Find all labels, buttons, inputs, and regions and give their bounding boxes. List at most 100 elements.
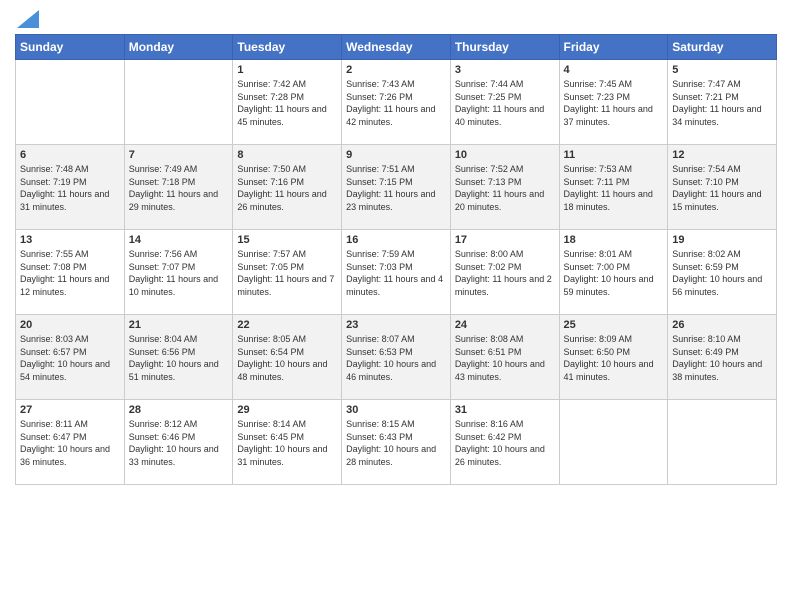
day-info: Sunrise: 8:10 AMSunset: 6:49 PMDaylight:… [672, 333, 772, 383]
day-number: 9 [346, 149, 446, 161]
day-number: 25 [564, 319, 664, 331]
page-header [15, 10, 777, 26]
day-cell: 16 Sunrise: 7:59 AMSunset: 7:03 PMDayligh… [342, 230, 451, 315]
day-info: Sunrise: 7:43 AMSunset: 7:26 PMDaylight:… [346, 78, 446, 128]
day-number: 11 [564, 149, 664, 161]
day-number: 20 [20, 319, 120, 331]
day-number: 2 [346, 64, 446, 76]
day-cell: 18 Sunrise: 8:01 AMSunset: 7:00 PMDayligh… [559, 230, 668, 315]
day-info: Sunrise: 7:44 AMSunset: 7:25 PMDaylight:… [455, 78, 555, 128]
day-cell: 19 Sunrise: 8:02 AMSunset: 6:59 PMDayligh… [668, 230, 777, 315]
day-cell: 11 Sunrise: 7:53 AMSunset: 7:11 PMDayligh… [559, 145, 668, 230]
day-cell: 17Sunrise: 8:00 AMSunset: 7:02 PMDayligh… [450, 230, 559, 315]
day-info: Sunrise: 7:52 AMSunset: 7:13 PMDaylight:… [455, 163, 555, 213]
day-number: 27 [20, 404, 120, 416]
day-number: 24 [455, 319, 555, 331]
week-row-5: 27 Sunrise: 8:11 AMSunset: 6:47 PMDayligh… [16, 400, 777, 485]
day-info: Sunrise: 7:47 AMSunset: 7:21 PMDaylight:… [672, 78, 772, 128]
day-number: 14 [129, 234, 229, 246]
day-cell: 14 Sunrise: 7:56 AMSunset: 7:07 PMDayligh… [124, 230, 233, 315]
day-info: Sunrise: 8:16 AMSunset: 6:42 PMDaylight:… [455, 418, 555, 468]
day-cell: 26 Sunrise: 8:10 AMSunset: 6:49 PMDayligh… [668, 315, 777, 400]
day-cell: 27 Sunrise: 8:11 AMSunset: 6:47 PMDayligh… [16, 400, 125, 485]
day-cell: 1Sunrise: 7:42 AMSunset: 7:28 PMDaylight… [233, 60, 342, 145]
day-cell: 12Sunrise: 7:54 AMSunset: 7:10 PMDayligh… [668, 145, 777, 230]
day-number: 23 [346, 319, 446, 331]
weekday-thursday: Thursday [450, 35, 559, 60]
day-info: Sunrise: 7:55 AMSunset: 7:08 PMDaylight:… [20, 248, 120, 298]
day-cell: 23 Sunrise: 8:07 AMSunset: 6:53 PMDayligh… [342, 315, 451, 400]
day-info: Sunrise: 8:15 AMSunset: 6:43 PMDaylight:… [346, 418, 446, 468]
day-info: Sunrise: 8:07 AMSunset: 6:53 PMDaylight:… [346, 333, 446, 383]
day-info: Sunrise: 8:12 AMSunset: 6:46 PMDaylight:… [129, 418, 229, 468]
day-number: 12 [672, 149, 772, 161]
day-number: 19 [672, 234, 772, 246]
day-info: Sunrise: 8:09 AMSunset: 6:50 PMDaylight:… [564, 333, 664, 383]
day-cell: 6 Sunrise: 7:48 AMSunset: 7:19 PMDaylight… [16, 145, 125, 230]
day-number: 31 [455, 404, 555, 416]
day-cell: 15 Sunrise: 7:57 AMSunset: 7:05 PMDayligh… [233, 230, 342, 315]
day-info: Sunrise: 7:53 AMSunset: 7:11 PMDaylight:… [564, 163, 664, 213]
week-row-4: 20 Sunrise: 8:03 AMSunset: 6:57 PMDayligh… [16, 315, 777, 400]
day-info: Sunrise: 8:00 AMSunset: 7:02 PMDaylight:… [455, 248, 555, 298]
weekday-friday: Friday [559, 35, 668, 60]
day-cell: 3 Sunrise: 7:44 AMSunset: 7:25 PMDaylight… [450, 60, 559, 145]
day-number: 18 [564, 234, 664, 246]
day-number: 4 [564, 64, 664, 76]
day-number: 13 [20, 234, 120, 246]
day-number: 3 [455, 64, 555, 76]
day-info: Sunrise: 8:08 AMSunset: 6:51 PMDaylight:… [455, 333, 555, 383]
day-number: 6 [20, 149, 120, 161]
day-cell: 22 Sunrise: 8:05 AMSunset: 6:54 PMDayligh… [233, 315, 342, 400]
day-info: Sunrise: 8:14 AMSunset: 6:45 PMDaylight:… [237, 418, 337, 468]
day-number: 16 [346, 234, 446, 246]
weekday-sunday: Sunday [16, 35, 125, 60]
day-info: Sunrise: 7:50 AMSunset: 7:16 PMDaylight:… [237, 163, 337, 213]
day-cell [559, 400, 668, 485]
day-number: 26 [672, 319, 772, 331]
day-number: 21 [129, 319, 229, 331]
day-info: Sunrise: 8:03 AMSunset: 6:57 PMDaylight:… [20, 333, 120, 383]
day-number: 1 [237, 64, 337, 76]
day-number: 8 [237, 149, 337, 161]
week-row-2: 6 Sunrise: 7:48 AMSunset: 7:19 PMDaylight… [16, 145, 777, 230]
weekday-header-row: SundayMondayTuesdayWednesdayThursdayFrid… [16, 35, 777, 60]
day-info: Sunrise: 8:02 AMSunset: 6:59 PMDaylight:… [672, 248, 772, 298]
day-cell: 25 Sunrise: 8:09 AMSunset: 6:50 PMDayligh… [559, 315, 668, 400]
day-info: Sunrise: 7:57 AMSunset: 7:05 PMDaylight:… [237, 248, 337, 298]
week-row-3: 13 Sunrise: 7:55 AMSunset: 7:08 PMDayligh… [16, 230, 777, 315]
day-info: Sunrise: 7:48 AMSunset: 7:19 PMDaylight:… [20, 163, 120, 213]
day-info: Sunrise: 8:05 AMSunset: 6:54 PMDaylight:… [237, 333, 337, 383]
day-info: Sunrise: 7:56 AMSunset: 7:07 PMDaylight:… [129, 248, 229, 298]
day-cell: 13 Sunrise: 7:55 AMSunset: 7:08 PMDayligh… [16, 230, 125, 315]
day-info: Sunrise: 7:51 AMSunset: 7:15 PMDaylight:… [346, 163, 446, 213]
day-cell: 9 Sunrise: 7:51 AMSunset: 7:15 PMDaylight… [342, 145, 451, 230]
day-info: Sunrise: 8:11 AMSunset: 6:47 PMDaylight:… [20, 418, 120, 468]
day-cell: 24 Sunrise: 8:08 AMSunset: 6:51 PMDayligh… [450, 315, 559, 400]
day-cell: 8 Sunrise: 7:50 AMSunset: 7:16 PMDaylight… [233, 145, 342, 230]
day-cell: 10Sunrise: 7:52 AMSunset: 7:13 PMDayligh… [450, 145, 559, 230]
day-cell: 5 Sunrise: 7:47 AMSunset: 7:21 PMDaylight… [668, 60, 777, 145]
day-cell [124, 60, 233, 145]
logo-text [15, 10, 39, 28]
day-info: Sunrise: 7:49 AMSunset: 7:18 PMDaylight:… [129, 163, 229, 213]
day-cell: 21 Sunrise: 8:04 AMSunset: 6:56 PMDayligh… [124, 315, 233, 400]
day-info: Sunrise: 8:01 AMSunset: 7:00 PMDaylight:… [564, 248, 664, 298]
day-number: 22 [237, 319, 337, 331]
day-info: Sunrise: 7:45 AMSunset: 7:23 PMDaylight:… [564, 78, 664, 128]
day-cell [16, 60, 125, 145]
day-info: Sunrise: 7:59 AMSunset: 7:03 PMDaylight:… [346, 248, 446, 298]
day-info: Sunrise: 8:04 AMSunset: 6:56 PMDaylight:… [129, 333, 229, 383]
day-cell: 29Sunrise: 8:14 AMSunset: 6:45 PMDayligh… [233, 400, 342, 485]
weekday-monday: Monday [124, 35, 233, 60]
day-cell [668, 400, 777, 485]
day-cell: 30Sunrise: 8:15 AMSunset: 6:43 PMDayligh… [342, 400, 451, 485]
day-cell: 2 Sunrise: 7:43 AMSunset: 7:26 PMDaylight… [342, 60, 451, 145]
day-cell: 4 Sunrise: 7:45 AMSunset: 7:23 PMDaylight… [559, 60, 668, 145]
calendar-table: SundayMondayTuesdayWednesdayThursdayFrid… [15, 34, 777, 485]
day-cell: 20 Sunrise: 8:03 AMSunset: 6:57 PMDayligh… [16, 315, 125, 400]
day-number: 28 [129, 404, 229, 416]
week-row-1: 1Sunrise: 7:42 AMSunset: 7:28 PMDaylight… [16, 60, 777, 145]
day-number: 15 [237, 234, 337, 246]
day-number: 5 [672, 64, 772, 76]
